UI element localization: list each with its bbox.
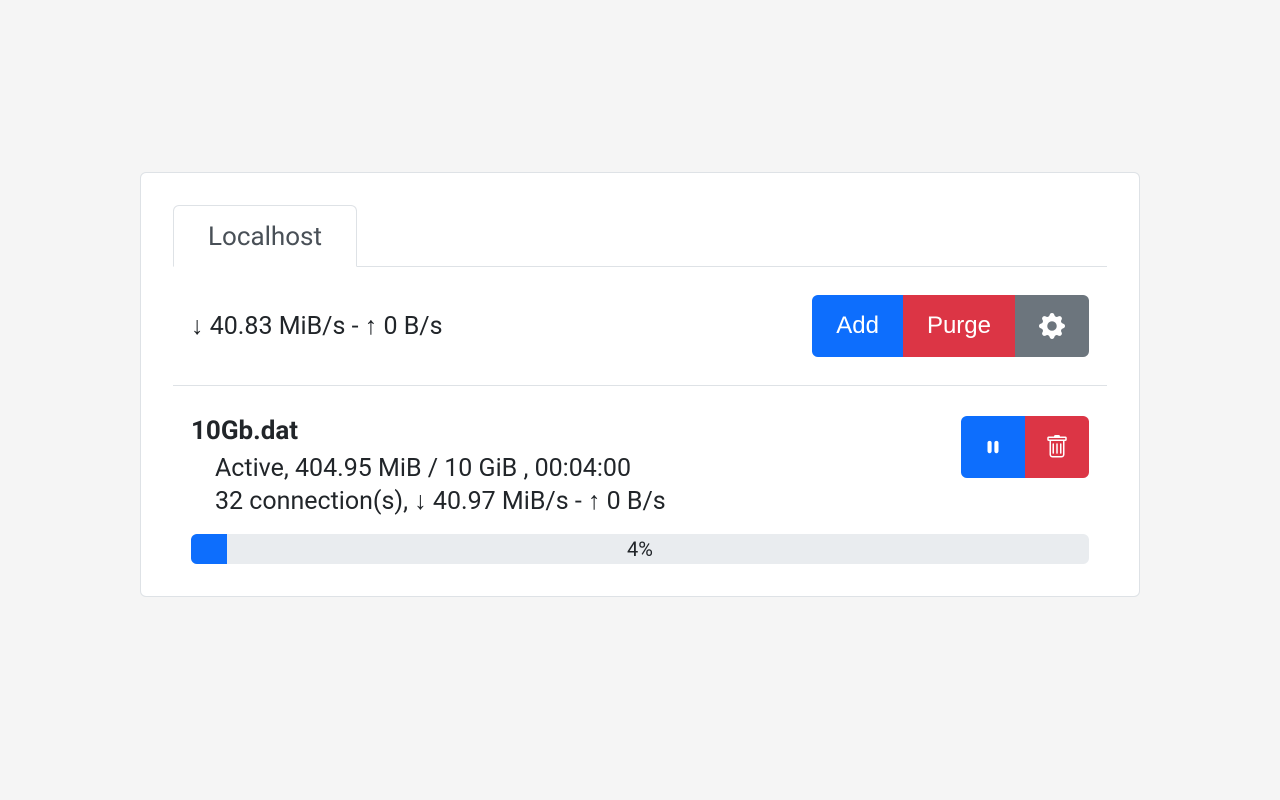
summary-row: ↓ 40.83 MiB/s - ↑ 0 B/s Add Purge (173, 267, 1107, 386)
toolbar-button-group: Add Purge (812, 295, 1089, 357)
pause-icon (982, 436, 1004, 458)
purge-button[interactable]: Purge (903, 295, 1015, 357)
progress-percent-label: 4 % (191, 534, 1089, 564)
delete-button[interactable] (1025, 416, 1089, 478)
upload-arrow-icon: ↑ (365, 312, 378, 340)
download-manager-card: Localhost ↓ 40.83 MiB/s - ↑ 0 B/s Add Pu… (140, 172, 1140, 597)
settings-button[interactable] (1015, 295, 1089, 357)
download-arrow-icon: ↓ (414, 487, 427, 515)
global-speed-text: ↓ 40.83 MiB/s - ↑ 0 B/s (191, 312, 442, 341)
download-item-actions (961, 416, 1089, 478)
download-item-header: 10Gb.dat Active, 404.95 MiB / 10 GiB , 0… (191, 416, 1089, 520)
trash-icon (1045, 435, 1069, 459)
download-arrow-icon: ↓ (191, 312, 204, 340)
download-connections-line: 32 connection(s), ↓ 40.97 MiB/s - ↑ 0 B/… (215, 487, 666, 516)
tab-bar: Localhost (173, 205, 1107, 267)
progress-bar-track: 4 % (191, 534, 1089, 564)
download-item: 10Gb.dat Active, 404.95 MiB / 10 GiB , 0… (173, 386, 1107, 564)
add-button[interactable]: Add (812, 295, 903, 357)
global-up-rate: 0 B/s (383, 312, 442, 341)
upload-arrow-icon: ↑ (588, 487, 601, 515)
gear-icon (1039, 313, 1065, 339)
pause-button[interactable] (961, 416, 1025, 478)
download-status-line: Active, 404.95 MiB / 10 GiB , 00:04:00 (215, 454, 666, 483)
download-filename: 10Gb.dat (191, 416, 666, 446)
global-down-rate: 40.83 MiB/s (210, 312, 346, 341)
tab-localhost[interactable]: Localhost (173, 205, 357, 267)
